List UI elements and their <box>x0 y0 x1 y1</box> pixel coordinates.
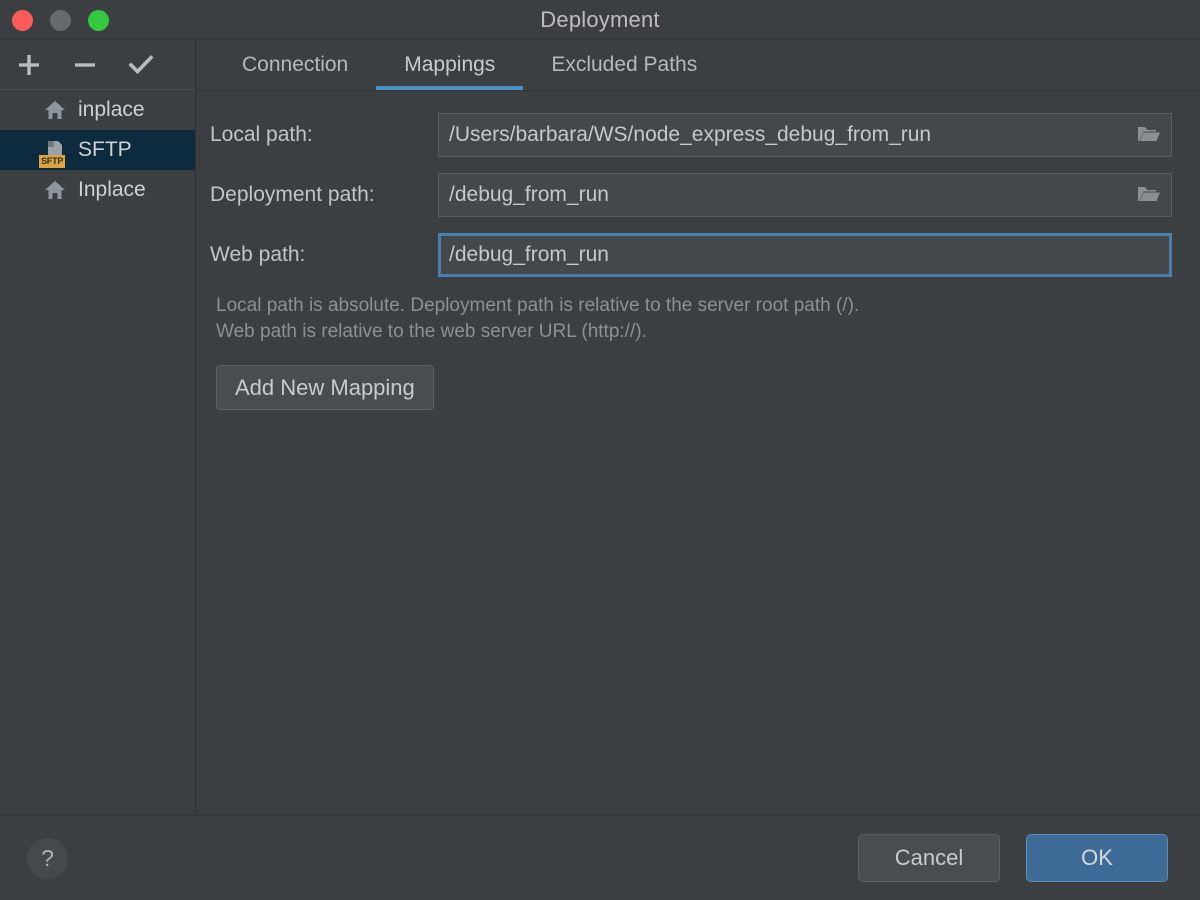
tab-excluded-paths[interactable]: Excluded Paths <box>523 40 725 90</box>
server-list-sidebar: inplace SFTP SFTP <box>0 40 196 815</box>
home-icon <box>44 179 66 201</box>
tab-underline <box>214 86 376 90</box>
sidebar-item-label: Inplace <box>78 178 146 202</box>
tab-connection[interactable]: Connection <box>214 40 376 90</box>
cancel-button[interactable]: Cancel <box>858 834 1000 882</box>
sftp-icon: SFTP <box>44 139 66 161</box>
tab-bar: Connection Mappings Excluded Paths <box>196 40 1200 91</box>
sidebar-item-inplace-upper[interactable]: Inplace <box>0 170 195 210</box>
deployment-path-label: Deployment path: <box>210 183 438 207</box>
deployment-dialog: Deployment <box>0 0 1200 900</box>
tab-label: Mappings <box>404 53 495 77</box>
set-default-server-button[interactable] <box>126 50 156 80</box>
tab-label: Connection <box>242 53 348 77</box>
tab-underline <box>523 86 725 90</box>
add-new-mapping-button[interactable]: Add New Mapping <box>216 365 434 410</box>
check-icon <box>127 51 155 79</box>
web-path-value: /debug_from_run <box>449 243 609 267</box>
folder-icon <box>1136 122 1162 149</box>
local-path-row: Local path: /Users/barbara/WS/node_expre… <box>210 113 1186 157</box>
home-icon <box>44 99 66 121</box>
add-server-button[interactable] <box>14 50 44 80</box>
tab-underline-active <box>376 86 523 90</box>
plus-icon <box>16 52 42 78</box>
deployment-path-browse-button[interactable] <box>1135 181 1163 209</box>
web-path-row: Web path: /debug_from_run <box>210 233 1186 277</box>
sidebar-item-label: inplace <box>78 98 145 122</box>
mappings-form: Local path: /Users/barbara/WS/node_expre… <box>196 91 1200 815</box>
sidebar-item-sftp[interactable]: SFTP SFTP <box>0 130 195 170</box>
folder-icon <box>1136 182 1162 209</box>
deployment-path-input[interactable]: /debug_from_run <box>438 173 1172 217</box>
deployment-path-row: Deployment path: /debug_from_run <box>210 173 1186 217</box>
tab-label: Excluded Paths <box>551 53 697 77</box>
local-path-label: Local path: <box>210 123 438 147</box>
deployment-path-value: /debug_from_run <box>449 183 609 207</box>
local-path-input[interactable]: /Users/barbara/WS/node_express_debug_fro… <box>438 113 1172 157</box>
web-path-input[interactable]: /debug_from_run <box>438 233 1172 277</box>
server-list: inplace SFTP SFTP <box>0 90 195 815</box>
sftp-badge: SFTP <box>39 155 65 168</box>
local-path-browse-button[interactable] <box>1135 121 1163 149</box>
hint-line-1: Local path is absolute. Deployment path … <box>216 293 1116 319</box>
remove-server-button[interactable] <box>70 50 100 80</box>
help-button[interactable]: ? <box>27 838 68 879</box>
minus-icon <box>72 52 98 78</box>
sidebar-item-label: SFTP <box>78 138 132 162</box>
ok-button[interactable]: OK <box>1026 834 1168 882</box>
window-title: Deployment <box>0 0 1200 40</box>
sidebar-item-inplace-lower[interactable]: inplace <box>0 90 195 130</box>
web-path-label: Web path: <box>210 243 438 267</box>
hint-line-2: Web path is relative to the web server U… <box>216 319 1116 345</box>
dialog-footer: ? Cancel OK <box>0 816 1200 900</box>
dialog-body: inplace SFTP SFTP <box>0 40 1200 816</box>
content-panel: Connection Mappings Excluded Paths Local… <box>196 40 1200 815</box>
sidebar-toolbar <box>0 40 195 90</box>
title-bar: Deployment <box>0 0 1200 40</box>
mapping-hint: Local path is absolute. Deployment path … <box>216 293 1116 345</box>
tab-mappings[interactable]: Mappings <box>376 40 523 90</box>
local-path-value: /Users/barbara/WS/node_express_debug_fro… <box>449 123 931 147</box>
